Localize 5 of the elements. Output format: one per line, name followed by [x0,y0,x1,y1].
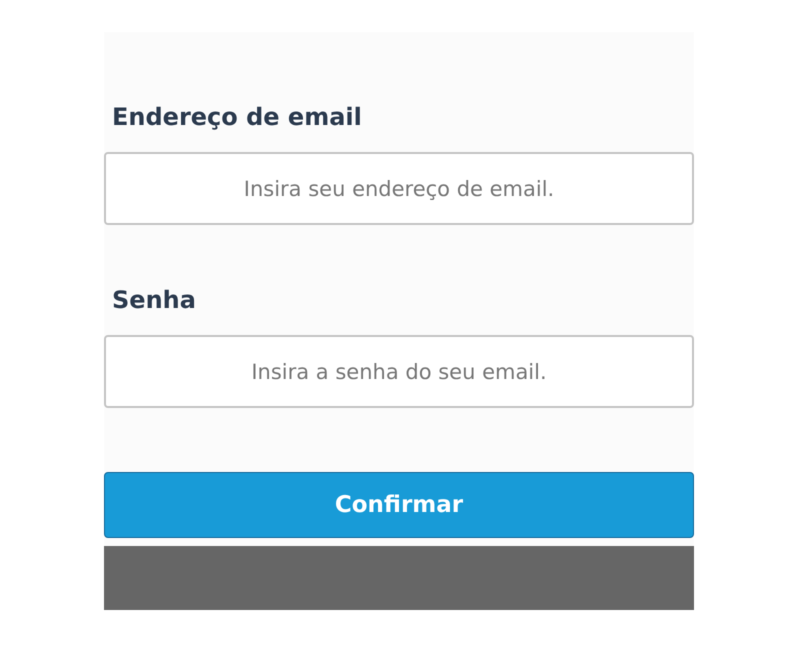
input-field[interactable]: Insira a senha do seu email. [104,335,694,408]
input-field[interactable]: Insira seu endereço de email. [104,152,694,225]
confirm-button[interactable]: Confirmar [104,472,694,538]
field-label: Senha [111,285,197,315]
field-label: Endereço de email [111,102,363,132]
